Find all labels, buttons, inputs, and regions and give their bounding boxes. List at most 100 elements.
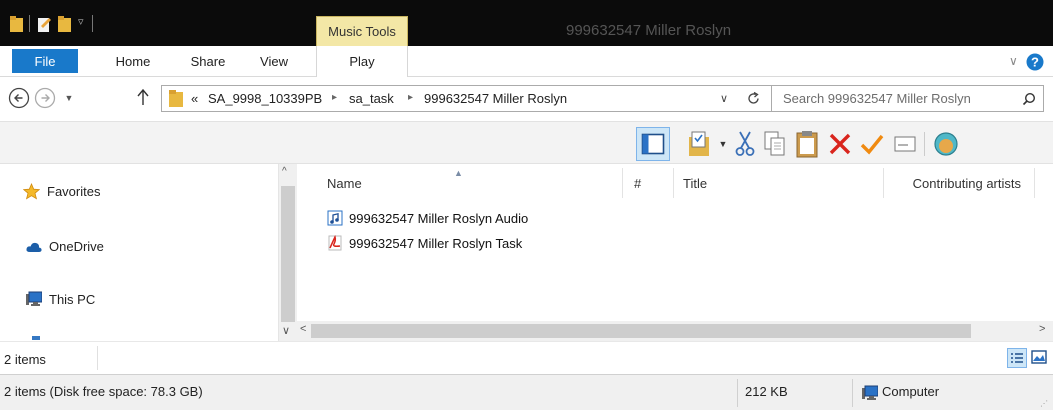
preview-pane-icon: [641, 133, 665, 155]
tab-file[interactable]: File: [12, 49, 78, 73]
nav-item-label: Favorites: [47, 184, 101, 199]
check-icon: [860, 134, 884, 155]
breadcrumb-sa-9998[interactable]: SA_9998_10339PB: [208, 91, 322, 106]
column-separator[interactable]: [1034, 168, 1035, 198]
nav-item-label: OneDrive: [49, 239, 104, 254]
paste-icon: [796, 131, 818, 158]
nav-scroll-thumb[interactable]: [281, 186, 295, 322]
tab-view[interactable]: View: [252, 46, 296, 77]
item-count: 2 items: [4, 352, 46, 367]
shell-button[interactable]: [932, 127, 960, 161]
refresh-icon[interactable]: [746, 91, 761, 106]
customize-quick-access-icon[interactable]: ▿: [78, 15, 84, 28]
list-item[interactable]: 999632547 Miller Roslyn Audio: [327, 210, 528, 226]
navigation-pane: Favorites OneDrive This PC: [0, 164, 278, 341]
shell-icon: [934, 132, 958, 156]
details-view-button[interactable]: [1007, 348, 1027, 368]
properties-button[interactable]: [892, 127, 918, 161]
scroll-left-icon[interactable]: <: [300, 323, 306, 335]
computer-icon: [26, 291, 42, 306]
svg-text:?: ?: [1031, 55, 1039, 70]
column-header-title[interactable]: Title: [683, 176, 707, 191]
nav-item-onedrive[interactable]: OneDrive: [26, 239, 104, 254]
new-folder-icon[interactable]: [58, 16, 71, 32]
status-bar: 2 items: [0, 341, 1053, 374]
copy-icon: [764, 131, 785, 156]
computer-icon: [862, 385, 878, 400]
title-bar: ▿ Music Tools 999632547 Miller Roslyn: [0, 0, 1053, 46]
properties-icon[interactable]: [38, 16, 51, 32]
ribbon-tabs: File Home Share View Play ∨ ?: [0, 46, 1053, 77]
details-bar: 2 items (Disk free space: 78.3 GB) 212 K…: [0, 374, 1053, 410]
sort-ascending-icon: ▲: [454, 168, 463, 178]
scroll-up-icon[interactable]: ^: [282, 166, 287, 177]
recent-locations-icon[interactable]: ▼: [62, 88, 76, 108]
column-separator[interactable]: [622, 168, 623, 198]
separator: [92, 15, 93, 32]
file-list: ▲ Name # Title Contributing artists 9996…: [297, 164, 1053, 321]
breadcrumb-arrow-icon[interactable]: ▸: [408, 92, 413, 103]
cut-icon: [735, 131, 755, 156]
search-box[interactable]: Search 999632547 Miller Roslyn: [771, 85, 1044, 112]
selection-size: 212 KB: [745, 384, 788, 399]
resize-grip-icon[interactable]: ⋰: [1040, 399, 1048, 408]
address-bar[interactable]: « SA_9998_10339PB ▸ sa_task ▸ 999632547 …: [161, 85, 804, 112]
horizontal-scrollbar[interactable]: < >: [297, 321, 1053, 341]
separator: [29, 15, 30, 32]
command-toolbar: ▼: [0, 121, 1053, 164]
music-tools-context-label: Music Tools: [316, 16, 408, 46]
expand-ribbon-icon[interactable]: ∨: [1009, 54, 1018, 68]
back-icon[interactable]: [8, 87, 30, 109]
location-label: Computer: [882, 384, 940, 399]
pdf-file-icon: [328, 235, 342, 251]
file-name: 999632547 Miller Roslyn Audio: [349, 210, 529, 226]
rename-button[interactable]: [858, 127, 886, 161]
help-icon[interactable]: ?: [1026, 53, 1044, 71]
properties-icon: [894, 136, 916, 152]
preview-pane-button[interactable]: [636, 127, 670, 161]
column-header-contributing-artists[interactable]: Contributing artists: [875, 176, 1021, 191]
horizontal-scroll-thumb[interactable]: [311, 324, 971, 338]
tab-home[interactable]: Home: [108, 46, 158, 77]
large-icons-view-button[interactable]: [1030, 348, 1050, 368]
delete-button[interactable]: [826, 127, 854, 161]
nav-item-label: This PC: [49, 291, 96, 307]
folder-icon: [10, 16, 23, 32]
copy-button[interactable]: [762, 127, 788, 161]
breadcrumb-current-folder[interactable]: 999632547 Miller Roslyn: [424, 91, 567, 106]
column-header-number[interactable]: #: [634, 176, 641, 191]
paste-button[interactable]: [794, 127, 820, 161]
organize-button[interactable]: [686, 127, 712, 161]
star-icon: [23, 183, 40, 200]
address-dropdown-icon[interactable]: ∨: [720, 92, 728, 105]
search-input[interactable]: Search 999632547 Miller Roslyn: [783, 91, 971, 106]
file-name: 999632547 Miller Roslyn Task: [349, 235, 523, 251]
status-separator: [97, 346, 98, 370]
tab-share[interactable]: Share: [180, 46, 236, 77]
disk-free-space-text: 2 items (Disk free space: 78.3 GB): [4, 384, 203, 399]
audio-file-icon: [327, 210, 343, 226]
folder-icon: [169, 90, 183, 107]
tab-play[interactable]: Play: [316, 46, 408, 77]
organize-dropdown-icon[interactable]: ▼: [716, 127, 730, 161]
list-item[interactable]: 999632547 Miller Roslyn Task: [327, 235, 522, 251]
toolbar-separator: [924, 132, 925, 156]
details-view-icon: [1011, 353, 1023, 363]
scroll-down-icon[interactable]: ∨: [282, 324, 290, 337]
large-icons-view-icon: [1031, 350, 1047, 364]
column-header-name[interactable]: Name: [327, 176, 362, 191]
column-separator[interactable]: [673, 168, 674, 198]
details-separator: [737, 379, 738, 407]
search-icon[interactable]: [1022, 92, 1036, 106]
scroll-right-icon[interactable]: >: [1039, 323, 1045, 335]
breadcrumb-sa-task[interactable]: sa_task: [349, 91, 394, 106]
nav-item-this-pc[interactable]: This PC: [25, 291, 95, 307]
forward-icon[interactable]: [34, 87, 56, 109]
delete-icon: [829, 133, 851, 155]
window-title: 999632547 Miller Roslyn: [566, 22, 732, 39]
up-icon[interactable]: [136, 88, 150, 106]
cut-button[interactable]: [732, 127, 758, 161]
address-overflow-marker[interactable]: «: [191, 91, 198, 106]
nav-item-favorites[interactable]: Favorites: [23, 183, 100, 200]
breadcrumb-arrow-icon[interactable]: ▸: [332, 92, 337, 103]
